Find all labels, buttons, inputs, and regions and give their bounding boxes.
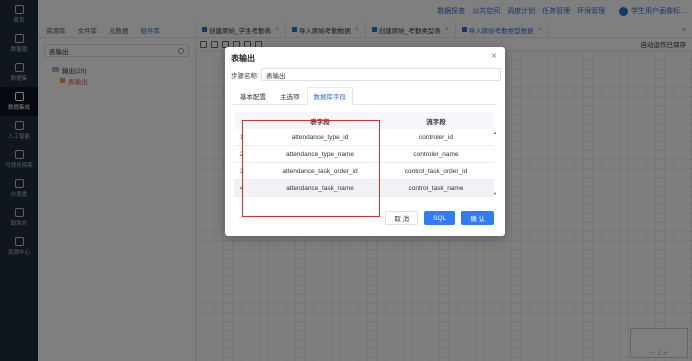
scroll-down-icon[interactable]: ▼	[493, 191, 497, 196]
cancel-button[interactable]: 取 消	[385, 211, 419, 225]
annotation-highlight-box	[242, 120, 380, 217]
dialog-buttons: 取 消 SQL 确 认	[379, 211, 494, 225]
step-name-row: 步骤名称: 表输出	[231, 68, 501, 81]
tab-db-fields[interactable]: 数据库字段	[306, 87, 353, 105]
row-stream-field[interactable]: control_task_order_id	[384, 168, 488, 175]
table-scrollbar[interactable]: ▲ ▼	[493, 130, 497, 196]
scroll-track[interactable]	[493, 135, 497, 191]
confirm-button[interactable]: 确 认	[461, 211, 494, 225]
close-icon[interactable]: ×	[491, 51, 497, 62]
row-stream-field[interactable]: controler_name	[384, 151, 488, 158]
row-stream-field[interactable]: control_task_name	[384, 185, 488, 192]
row-stream-field[interactable]: controler_id	[384, 134, 488, 141]
sql-button[interactable]: SQL	[424, 211, 456, 225]
step-name-input[interactable]: 表输出	[261, 68, 501, 81]
step-name-label: 步骤名称:	[231, 72, 259, 80]
dialog-tabs: 基本配置 主选项 数据库字段	[233, 87, 497, 105]
tab-basic-config[interactable]: 基本配置	[233, 87, 273, 104]
header-stream-field: 流字段	[426, 118, 446, 126]
dialog-title: 表输出	[231, 54, 255, 63]
tab-main-options[interactable]: 主选项	[273, 87, 307, 104]
scroll-up-icon[interactable]: ▲	[493, 130, 497, 135]
